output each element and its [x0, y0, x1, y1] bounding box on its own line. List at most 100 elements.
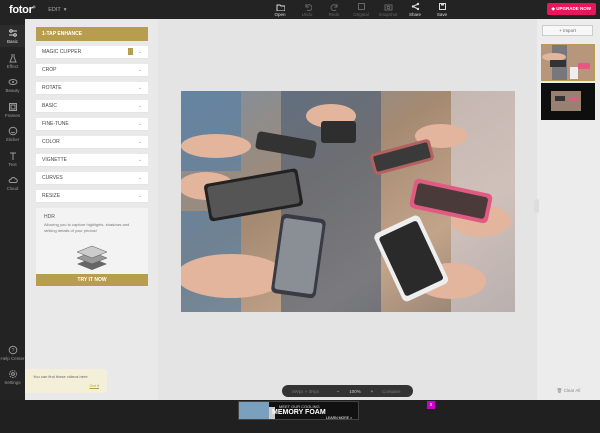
promo-title: HDR: [44, 214, 55, 220]
sidebar-item-text[interactable]: Text: [0, 148, 25, 170]
original-icon: [357, 3, 365, 10]
promo-description: Allowing you to capture highlights, shad…: [44, 222, 130, 233]
edited-photo[interactable]: [181, 91, 515, 312]
bottom-ad-bar: MEET OUR COOLING MEMORY FOAM LEARN MORE …: [0, 400, 600, 433]
sidebar-item-label: Text: [8, 161, 17, 167]
eye-icon: [8, 79, 17, 85]
open-icon: [276, 4, 285, 11]
tool-label: Share: [408, 12, 421, 17]
fotor-logo[interactable]: fotor®: [9, 4, 35, 16]
menu-item-label: MAGIC CLIPPER: [42, 49, 82, 55]
left-sidebar: Basic Effect Beauty Frames Sticker Text Cloud?…: [0, 19, 25, 400]
tool-label: Redo: [328, 12, 340, 17]
sidebar-item-effect[interactable]: Effect: [0, 50, 25, 72]
menu-item-basic[interactable]: BASIC ⌄: [36, 100, 148, 113]
tool-open-button[interactable]: Open: [272, 2, 288, 17]
tool-redo-button[interactable]: Redo: [326, 2, 342, 17]
menu-item-crop[interactable]: CROP ⌄: [36, 64, 148, 77]
sidebar-item-sticker[interactable]: Sticker: [0, 123, 25, 145]
tool-label: Open: [274, 12, 286, 17]
menu-item-color[interactable]: COLOR ⌄: [36, 136, 148, 149]
svg-text:?: ?: [11, 348, 14, 354]
undo-icon: [305, 4, 312, 11]
tool-undo-button[interactable]: Undo: [299, 2, 315, 17]
sidebar-item-beauty[interactable]: Beauty: [0, 74, 25, 96]
help-icon: ?: [8, 345, 17, 355]
tool-save-button[interactable]: Save: [434, 2, 450, 17]
chevron-down-icon: ⌄: [137, 139, 142, 145]
ad-banner[interactable]: MEET OUR COOLING MEMORY FOAM LEARN MORE …: [238, 401, 359, 420]
ad-cta[interactable]: LEARN MORE >: [326, 416, 352, 419]
flask-icon: [8, 53, 17, 62]
sidebar-item-label: Frames: [4, 112, 21, 118]
edit-panel: 1-TAP ENHANCE MAGIC CLIPPER ⌄ CROP ⌄ ROTATE ⌄…: [25, 19, 158, 400]
snapshot-icon: [384, 4, 392, 11]
sliders-icon: [8, 29, 17, 37]
thumbnail-2[interactable]: [541, 83, 595, 120]
tooltip-message: You can find these videos here: [33, 374, 88, 379]
got-it-link[interactable]: Got it: [89, 383, 99, 388]
sidebar-item-basic[interactable]: Basic: [0, 25, 25, 47]
sidebar-item-cloud[interactable]: Cloud: [0, 172, 25, 194]
sidebar-item-frames[interactable]: Frames: [0, 99, 25, 121]
upgrade-button[interactable]: ◆ UPGRADE NOW: [546, 3, 596, 15]
sidebar-item-help-center[interactable]: ? Help Center: [0, 345, 25, 365]
menu-item-label: VIGNETTE: [42, 157, 68, 163]
import-label: Import: [563, 28, 576, 33]
ad-close-icon[interactable]: x: [427, 401, 435, 409]
zoom-bar: 0Wpx × 0Hpx − 100% + Compare: [282, 385, 413, 397]
top-bar: fotor® EDIT ▾ Open Undo Redo Original Snapsh…: [0, 0, 600, 19]
chevron-down-icon: ⌄: [137, 67, 142, 73]
tool-original-button[interactable]: Original: [353, 2, 369, 17]
zoom-out-button[interactable]: −: [332, 389, 344, 394]
chevron-down-icon: ⌄: [137, 85, 142, 91]
menu-item-label: BASIC: [42, 103, 58, 109]
clear-all-button[interactable]: 🗑 Clear All: [537, 388, 600, 394]
one-tap-enhance-button[interactable]: 1-TAP ENHANCE: [36, 27, 148, 41]
sidebar-item-settings[interactable]: Settings: [0, 369, 25, 389]
chevron-down-icon: ⌄: [137, 157, 142, 163]
chevron-down-icon: ▾: [63, 6, 67, 13]
import-button[interactable]: + Import: [542, 25, 593, 36]
cloud-icon: [8, 177, 18, 183]
image-size-label: 0Wpx × 0Hpx: [292, 388, 320, 394]
redo-icon: [330, 4, 337, 11]
sidebar-item-label: Basic: [6, 39, 18, 44]
edit-menu-label: EDIT: [48, 6, 61, 13]
menu-item-rotate[interactable]: ROTATE ⌄: [36, 82, 148, 95]
sticker-icon: [8, 126, 17, 136]
tool-label: Save: [436, 12, 448, 17]
toolbar: Open Undo Redo Original Snapshot Share Save: [272, 2, 450, 17]
settings-icon: [8, 370, 17, 378]
thumbnail-1[interactable]: [541, 44, 595, 81]
chevron-down-icon: ⌄: [137, 175, 142, 181]
text-icon: [9, 152, 16, 160]
menu-item-fine-tune[interactable]: FINE-TUNE ⌄: [36, 118, 148, 131]
try-it-now-button[interactable]: TRY IT NOW: [36, 274, 148, 286]
hdr-promo: HDR Allowing you to capture highlights, …: [36, 208, 148, 274]
sidebar-item-label: Sticker: [5, 137, 20, 142]
tool-share-button[interactable]: Share: [407, 2, 423, 17]
menu-item-label: FINE-TUNE: [42, 121, 69, 127]
collapse-handle[interactable]: [534, 199, 539, 213]
menu-item-label: ROTATE: [42, 85, 62, 91]
save-icon: [438, 3, 446, 10]
menu-item-vignette[interactable]: VIGNETTE ⌄: [36, 154, 148, 167]
menu-item-curves[interactable]: CURVES ⌄: [36, 172, 148, 185]
edit-menu[interactable]: EDIT ▾: [48, 7, 66, 13]
clear-all-label: Clear All: [563, 388, 581, 393]
layers-icon: [76, 245, 108, 270]
menu-item-magic-clipper[interactable]: MAGIC CLIPPER ⌄: [36, 46, 148, 59]
zoom-value[interactable]: 100%: [344, 389, 366, 394]
frame-icon: [8, 102, 17, 111]
sidebar-item-label: Cloud: [6, 186, 19, 191]
canvas-area[interactable]: 0Wpx × 0Hpx − 100% + Compare: [158, 19, 537, 400]
menu-item-resize[interactable]: RESIZE ⌄: [36, 190, 148, 203]
sidebar-item-label: Effect: [6, 63, 19, 69]
menu-item-label: RESIZE: [42, 193, 61, 199]
compare-button[interactable]: Compare: [382, 389, 401, 394]
menu-item-label: CURVES: [42, 175, 63, 181]
zoom-in-button[interactable]: +: [366, 389, 378, 394]
chevron-down-icon: ⌄: [137, 193, 142, 199]
tool-snapshot-button[interactable]: Snapshot: [379, 2, 398, 17]
